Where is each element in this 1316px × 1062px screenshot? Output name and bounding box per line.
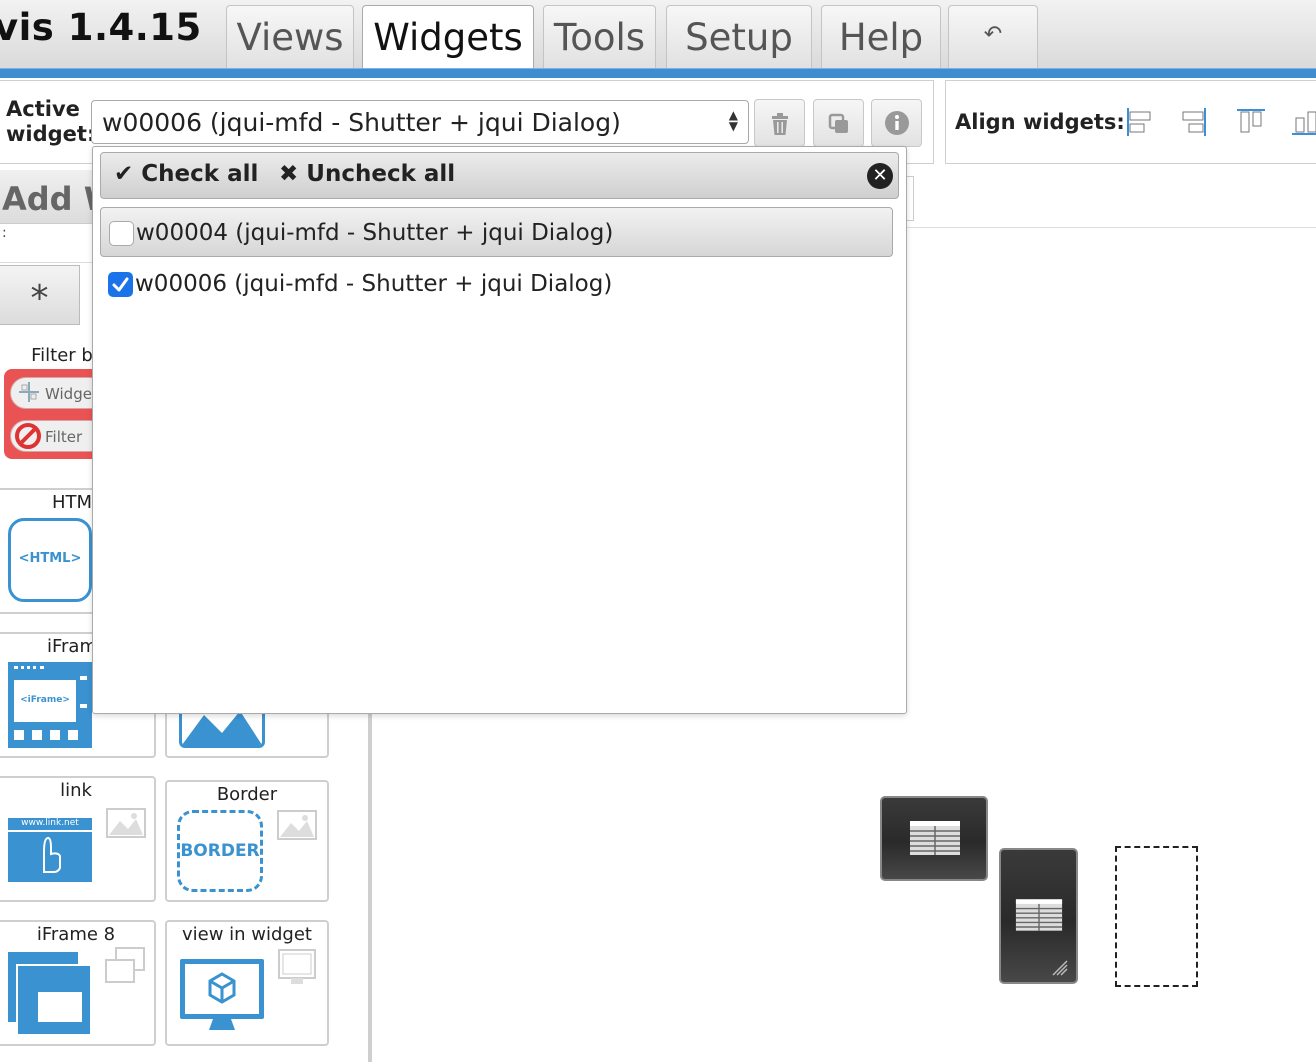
- palette-card-border[interactable]: Border BORDER: [165, 780, 329, 902]
- monitor-icon: [179, 958, 265, 1034]
- palette-card-name: link: [60, 780, 92, 801]
- palette-card-name: Border: [216, 784, 278, 805]
- dropdown-option-w00004[interactable]: w00004 (jqui-mfd - Shutter + jqui Dialog…: [100, 207, 893, 257]
- check-all-button[interactable]: ✔ Check all: [114, 161, 258, 187]
- shutter-icon: [1015, 899, 1063, 931]
- shutter-widget-w00004[interactable]: [880, 796, 988, 881]
- border-icon: BORDER: [177, 810, 263, 892]
- align-right-icon[interactable]: [1180, 106, 1210, 138]
- image-placeholder-icon: [277, 810, 317, 840]
- app-title: vis 1.4.15: [0, 6, 202, 49]
- tab-setup[interactable]: Setup: [666, 5, 812, 68]
- shutter-icon: [910, 821, 960, 855]
- palette-card-link[interactable]: link www.link.net: [0, 776, 156, 902]
- favorites-button[interactable]: *: [0, 265, 80, 325]
- palette-card-name: iFrame 8: [36, 924, 116, 945]
- uncheck-all-button[interactable]: ✖ Uncheck all: [279, 161, 455, 187]
- select-arrows-icon: ▲ ▼: [728, 108, 738, 133]
- image-placeholder-icon: [106, 808, 146, 838]
- resize-handle-icon[interactable]: [1051, 960, 1069, 976]
- align-top-icon[interactable]: [1235, 106, 1267, 138]
- tab-tools[interactable]: Tools: [543, 5, 656, 68]
- windows-placeholder-icon: [104, 946, 146, 986]
- copy-icon: [828, 113, 848, 133]
- link-icon: www.link.net: [8, 818, 92, 882]
- palette-card-view-in-widget[interactable]: view in widget: [165, 920, 329, 1046]
- active-widget-value: w00006 (jqui-mfd - Shutter + jqui Dialog…: [102, 108, 621, 137]
- checkmark-icon: ✔: [114, 161, 134, 187]
- shutter-widget-w00006[interactable]: [999, 848, 1078, 984]
- check-icon: [112, 277, 129, 292]
- iframe8-icon: [8, 952, 92, 1036]
- option-checkbox[interactable]: [108, 272, 133, 297]
- active-widget-label: Active widget:: [6, 97, 96, 146]
- tab-widgets[interactable]: Widgets: [362, 5, 534, 70]
- active-widget-select[interactable]: w00006 (jqui-mfd - Shutter + jqui Dialog…: [91, 100, 749, 144]
- undo-button[interactable]: ↶: [948, 5, 1038, 68]
- crosshair-icon: [18, 381, 40, 403]
- close-icon[interactable]: ✕: [867, 163, 893, 189]
- align-bottom-icon[interactable]: [1290, 106, 1316, 138]
- dropdown-option-w00006[interactable]: w00006 (jqui-mfd - Shutter + jqui Dialog…: [100, 259, 893, 309]
- monitor-placeholder-icon: [277, 948, 317, 988]
- align-left-icon[interactable]: [1124, 106, 1154, 138]
- undo-icon: ↶: [983, 22, 1003, 47]
- delete-widget-button[interactable]: [754, 99, 805, 147]
- widget-info-button[interactable]: [871, 99, 922, 147]
- palette-card-name: view in widget: [181, 924, 312, 945]
- placeholder-widget[interactable]: [1115, 846, 1198, 987]
- align-widgets-label: Align widgets:: [955, 110, 1125, 134]
- iframe-icon: <iFrame>: [8, 662, 92, 748]
- no-entry-icon: [15, 423, 41, 449]
- palette-card-iframe8[interactable]: iFrame 8: [0, 920, 156, 1046]
- info-icon: [884, 111, 909, 135]
- trash-icon: [771, 113, 788, 135]
- html-icon: <HTML>: [8, 518, 92, 602]
- option-checkbox[interactable]: [109, 221, 134, 246]
- tab-views[interactable]: Views: [226, 5, 354, 68]
- copy-widget-button[interactable]: [813, 99, 864, 147]
- menu-underline: [0, 68, 1316, 78]
- x-icon: ✖: [279, 161, 299, 187]
- tab-help[interactable]: Help: [821, 5, 941, 68]
